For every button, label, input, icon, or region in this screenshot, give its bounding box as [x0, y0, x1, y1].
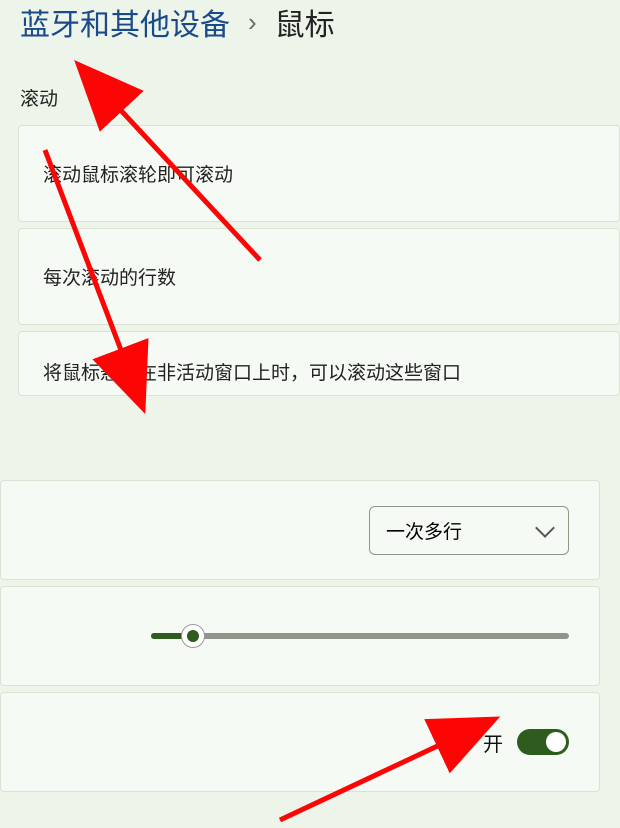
scroll-mode-value: 一次多行 — [386, 517, 462, 544]
lines-per-scroll-slider[interactable] — [151, 633, 569, 639]
section-scroll-heading: 滚动 — [0, 54, 620, 125]
scroll-settings-list: 滚动鼠标滚轮即可滚动 每次滚动的行数 将鼠标悬停在非活动窗口上时，可以滚动这些窗… — [0, 125, 620, 396]
slider-thumb[interactable] — [181, 624, 205, 648]
row-lines-per-scroll[interactable]: 每次滚动的行数 — [18, 228, 620, 325]
hover-inactive-toggle[interactable] — [517, 729, 569, 755]
row-lines-per-scroll-label: 每次滚动的行数 — [43, 268, 176, 289]
chevron-right-icon: › — [248, 7, 257, 38]
row-scroll-wheel[interactable]: 滚动鼠标滚轮即可滚动 — [18, 125, 620, 222]
control-hover-toggle-row: 开 — [0, 692, 600, 792]
scroll-mode-dropdown[interactable]: 一次多行 — [369, 506, 569, 555]
breadcrumb-current: 鼠标 — [275, 0, 335, 44]
controls-block: 一次多行 开 — [0, 420, 620, 792]
control-lines-slider-row — [0, 586, 600, 686]
toggle-knob — [546, 732, 566, 752]
hover-toggle-label: 开 — [483, 728, 503, 757]
control-scroll-mode-row: 一次多行 — [0, 480, 600, 580]
chevron-down-icon — [535, 518, 555, 538]
row-scroll-wheel-label: 滚动鼠标滚轮即可滚动 — [43, 165, 233, 186]
breadcrumb: 蓝牙和其他设备 › 鼠标 — [0, 0, 620, 54]
row-hover-inactive-label: 将鼠标悬停在非活动窗口上时，可以滚动这些窗口 — [43, 363, 461, 384]
breadcrumb-parent[interactable]: 蓝牙和其他设备 — [20, 0, 230, 44]
row-hover-inactive[interactable]: 将鼠标悬停在非活动窗口上时，可以滚动这些窗口 — [18, 331, 620, 396]
